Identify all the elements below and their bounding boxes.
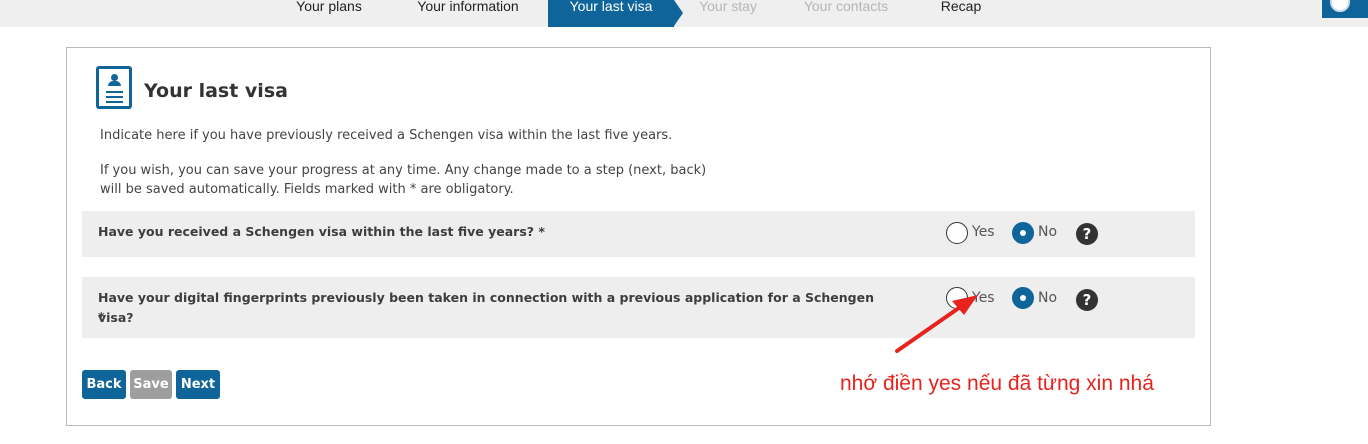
question-mark-icon[interactable]: ? (1076, 289, 1098, 311)
radio-no-label[interactable]: No (1038, 224, 1057, 240)
radio-yes-label[interactable]: Yes (972, 224, 995, 240)
user-menu-button[interactable] (1322, 0, 1368, 18)
step-your-plans[interactable]: Your plans (278, 0, 380, 27)
step-your-information[interactable]: Your information (400, 0, 536, 27)
question-mark-icon[interactable]: ? (1076, 223, 1098, 245)
visa-document-icon (96, 66, 132, 109)
intro-text: Indicate here if you have previously rec… (100, 128, 673, 143)
page-title: Your last visa (144, 80, 288, 102)
required-marker: * (98, 309, 105, 324)
radio-no-label[interactable]: No (1038, 290, 1057, 306)
radio-no-selected[interactable] (1012, 222, 1034, 244)
step-navigation-bar: Your plans Your information Your last vi… (0, 0, 1368, 27)
step-your-last-visa[interactable]: Your last visa (548, 0, 683, 27)
radio-yes[interactable] (946, 222, 968, 244)
info-text-line-2: will be saved automatically. Fields mark… (100, 182, 514, 197)
back-button[interactable]: Back (82, 370, 126, 399)
question-label: Have you received a Schengen visa within… (98, 224, 545, 239)
save-button[interactable]: Save (130, 370, 172, 399)
annotation-text: nhớ điền yes nếu đã từng xin nhá (840, 372, 1154, 395)
step-recap[interactable]: Recap (924, 0, 998, 27)
step-your-contacts: Your contacts (803, 0, 889, 14)
user-icon (1330, 0, 1350, 12)
step-your-stay: Your stay (699, 0, 757, 14)
radio-yes[interactable] (946, 287, 968, 309)
radio-no-selected[interactable] (1012, 287, 1034, 309)
next-button[interactable]: Next (176, 370, 220, 399)
info-text-line-1: If you wish, you can save your progress … (100, 163, 707, 178)
radio-yes-label[interactable]: Yes (972, 290, 995, 306)
